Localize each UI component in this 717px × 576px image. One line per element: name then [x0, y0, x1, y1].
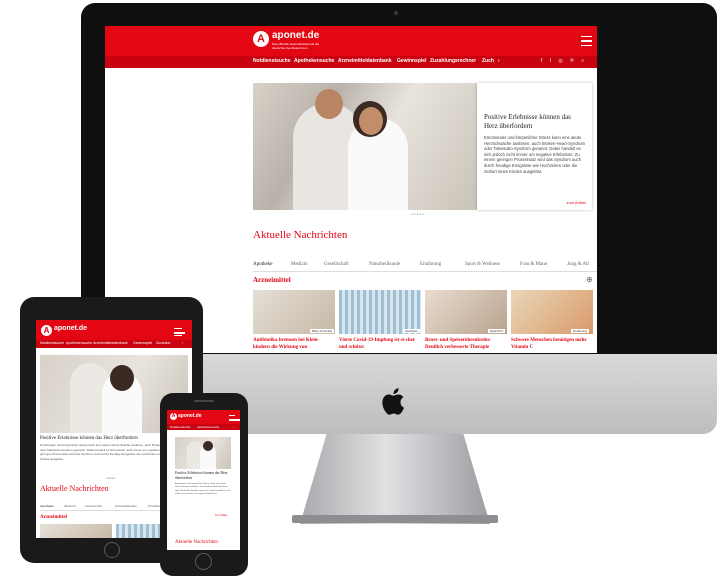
phone-nav: Notdienstsuche Apothekensuche › — [167, 424, 240, 430]
tablet-tab-medizin[interactable]: Medizin — [64, 504, 76, 508]
imac-stand-base — [292, 515, 498, 523]
phone-home-button[interactable] — [195, 553, 212, 570]
tab-ernaehrung[interactable]: Ernährung — [420, 262, 441, 267]
site-header: A aponet.de Das offizielle Gesundheitspo… — [105, 26, 597, 68]
tab-naturheilkunde[interactable]: Naturheilkunde — [369, 262, 400, 267]
tablet-nav-item-2[interactable]: Apothekensuche — [66, 341, 92, 345]
category-title: Arzneimittel — [253, 276, 291, 284]
phone-nav-item-2[interactable]: Apothekensuche — [197, 425, 219, 429]
tablet-nav-item-5[interactable]: Zuzahlun — [156, 341, 170, 345]
tablet-carousel-dots[interactable]: ●●●●● — [106, 476, 115, 480]
tablet-nav-item-1[interactable]: Notdienstsuche — [40, 341, 64, 345]
tablet-nav-item-3[interactable]: Arzneimitteldatenbank — [93, 341, 128, 345]
phone-woman-hair — [203, 441, 213, 451]
news-card-tag-3: Nachricht — [488, 329, 505, 333]
tablet-tab-gesellschaft[interactable]: Gesellschaft — [85, 504, 102, 508]
news-card-tag-2: Apotheke — [403, 329, 420, 333]
imac-stand — [300, 434, 490, 524]
tab-medizin[interactable]: Medizin — [291, 262, 308, 267]
news-card-tag-1: Baby & Familie — [310, 329, 335, 333]
tablet-tab-apotheke[interactable]: Apotheke — [40, 504, 54, 508]
aponet-logo-icon[interactable]: A — [253, 31, 269, 47]
news-title: Aktuelle Nachrichten — [253, 229, 348, 241]
phone-hero-body: Emotionaler und körperlicher Stress kann… — [175, 483, 231, 496]
nav-item-gewinnspiel[interactable]: Gewinnspiel — [397, 58, 426, 64]
tablet-category-title: Arzneimittel — [40, 515, 67, 520]
tab-frau-mann[interactable]: Frau & Mann — [520, 262, 547, 267]
hero-more-link[interactable]: zum Artikel — [566, 200, 586, 205]
apple-logo-icon — [380, 384, 410, 418]
news-tabs: Apotheke Medizin Gesellschaft Naturheilk… — [253, 262, 597, 272]
news-card-title-4[interactable]: Schwere Menschen benötigen mehr Vitamin … — [511, 337, 593, 351]
social-icons[interactable]: f t ◎ ℗ ⌕ — [541, 58, 587, 64]
tablet-news-title: Aktuelle Nachrichten — [40, 484, 109, 493]
tab-jung-alt[interactable]: Jung & Alt — [567, 262, 589, 267]
tab-apotheke[interactable]: Apotheke — [253, 262, 272, 267]
news-card-title-1[interactable]: Antibiotika bremsen bei Klein-kindern di… — [253, 337, 335, 351]
tablet-woman-hair — [110, 365, 134, 391]
tablet-menu-icon[interactable] — [174, 328, 185, 336]
news-card-image-2[interactable] — [339, 290, 421, 334]
news-card-image-4[interactable] — [511, 290, 593, 334]
hero-card[interactable]: Positive Erlebnisse können das Herz über… — [477, 83, 592, 210]
woman-face — [359, 107, 383, 135]
tablet-nav-item-4[interactable]: Gewinnspiel — [133, 341, 152, 345]
tablet-tab-naturheilkunde[interactable]: Naturheilkunde — [115, 504, 137, 508]
tablet-home-button[interactable] — [104, 542, 120, 558]
tablet-logo-icon[interactable]: A — [41, 325, 52, 336]
hero-title[interactable]: Positive Erlebnisse können das Herz über… — [484, 113, 586, 131]
tablet-brand-name[interactable]: aponet.de — [54, 325, 87, 332]
phone-hero-image[interactable] — [175, 437, 231, 469]
hero-body: Emotionaler und körperlicher Stress kann… — [484, 135, 586, 174]
nav-item-zuzahlungsrechner[interactable]: Zuzahlungsrechner — [430, 58, 476, 64]
tablet-card-image-1[interactable] — [40, 524, 112, 538]
phone-brand-name[interactable]: aponet.de — [178, 413, 202, 419]
news-card-image-3[interactable] — [425, 290, 507, 334]
nav-item-notdienstsuche[interactable]: Notdienstsuche — [253, 58, 291, 64]
category-expand-icon[interactable]: ⊕ — [586, 275, 593, 284]
brand-name[interactable]: aponet.de — [272, 30, 319, 41]
nav-next-icon[interactable]: › — [498, 58, 500, 64]
news-card-image-1[interactable] — [253, 290, 335, 334]
main-nav: Notdienstsuche Apothekensuche Arzneimitt… — [105, 56, 597, 68]
tablet-nav-next-icon[interactable]: › — [182, 341, 183, 345]
phone-speaker — [194, 400, 214, 402]
tablet-nav: Notdienstsuche Apothekensuche Arzneimitt… — [36, 340, 192, 348]
phone-hero-more-link[interactable]: zum Artikel — [215, 514, 227, 517]
man-head — [315, 89, 343, 119]
phone-nav-item-1[interactable]: Notdienstsuche — [170, 425, 191, 429]
tab-gesellschaft[interactable]: Gesellschaft — [324, 262, 349, 267]
camera-icon — [394, 11, 398, 15]
news-card-tag-4: Ernährung — [571, 329, 590, 333]
phone-nav-next-icon[interactable]: › — [233, 425, 234, 429]
nav-item-truncated[interactable]: Zuch — [482, 58, 494, 64]
news-card-title-3[interactable]: Brust- und Speiseröhrenkrebs: Deutlich v… — [425, 337, 507, 351]
phone-menu-icon[interactable] — [229, 415, 240, 421]
nav-item-apothekensuche[interactable]: Apothekensuche — [294, 58, 334, 64]
phone-hero-title[interactable]: Positive Erlebnisse können das Herz über… — [175, 471, 231, 481]
phone-website: A aponet.de Notdienstsuche Apothekensuch… — [167, 410, 240, 550]
brand-tagline: Das offizielle Gesundheitsportal der deu… — [272, 42, 320, 50]
news-card-title-2[interactable]: Vierte Covid-19-Impfung ist si-cher und … — [339, 337, 421, 351]
carousel-dots[interactable]: ●●●●● — [411, 212, 425, 216]
phone-logo-icon[interactable]: A — [170, 413, 177, 420]
phone-news-title: Aktuelle Nachrichten — [175, 540, 218, 545]
hero-image[interactable] — [253, 83, 477, 210]
menu-icon[interactable] — [581, 36, 592, 46]
tab-sport-wellness[interactable]: Sport & Wellness — [465, 262, 500, 267]
nav-item-arzneimitteldatenbank[interactable]: Arzneimitteldatenbank — [338, 58, 392, 64]
